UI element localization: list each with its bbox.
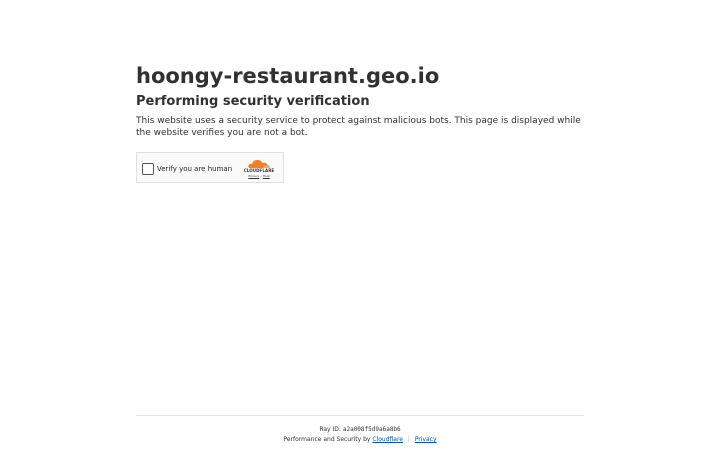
cloudflare-wordmark: CLOUDFLARE (243, 168, 275, 173)
page-subtitle: Performing security verification (136, 94, 370, 109)
turnstile-widget: Verify you are human CLOUDFLARE Privacy … (136, 152, 284, 183)
footer: Ray ID: a2a008f5d9a6a8b6 Performance and… (136, 415, 584, 444)
main-content: hoongy-restaurant.geo.io Performing secu… (136, 62, 586, 139)
cloudflare-link[interactable]: Cloudflare (372, 436, 403, 443)
page-title: hoongy-restaurant.geo.io (136, 64, 440, 88)
verify-label[interactable]: Verify you are human (157, 163, 232, 175)
cloudflare-logo: CLOUDFLARE Privacy • Help (239, 158, 279, 178)
ray-id-label: Ray ID: (319, 426, 341, 433)
widget-links: Privacy • Help (239, 174, 279, 178)
widget-link-separator: • (260, 174, 262, 178)
performance-text: Performance and Security by (283, 436, 371, 443)
ray-id-line: Ray ID: a2a008f5d9a6a8b6 (136, 425, 584, 434)
verify-checkbox[interactable] (142, 163, 154, 175)
widget-help-link[interactable]: Help (263, 174, 270, 178)
ray-id-value: a2a008f5d9a6a8b6 (342, 426, 401, 433)
privacy-link[interactable]: Privacy (415, 436, 437, 443)
footer-separator: | (407, 436, 410, 443)
page-description: This website uses a security service to … (136, 116, 581, 138)
widget-privacy-link[interactable]: Privacy (248, 174, 259, 178)
performance-line: Performance and Security by Cloudflare |… (136, 435, 584, 444)
